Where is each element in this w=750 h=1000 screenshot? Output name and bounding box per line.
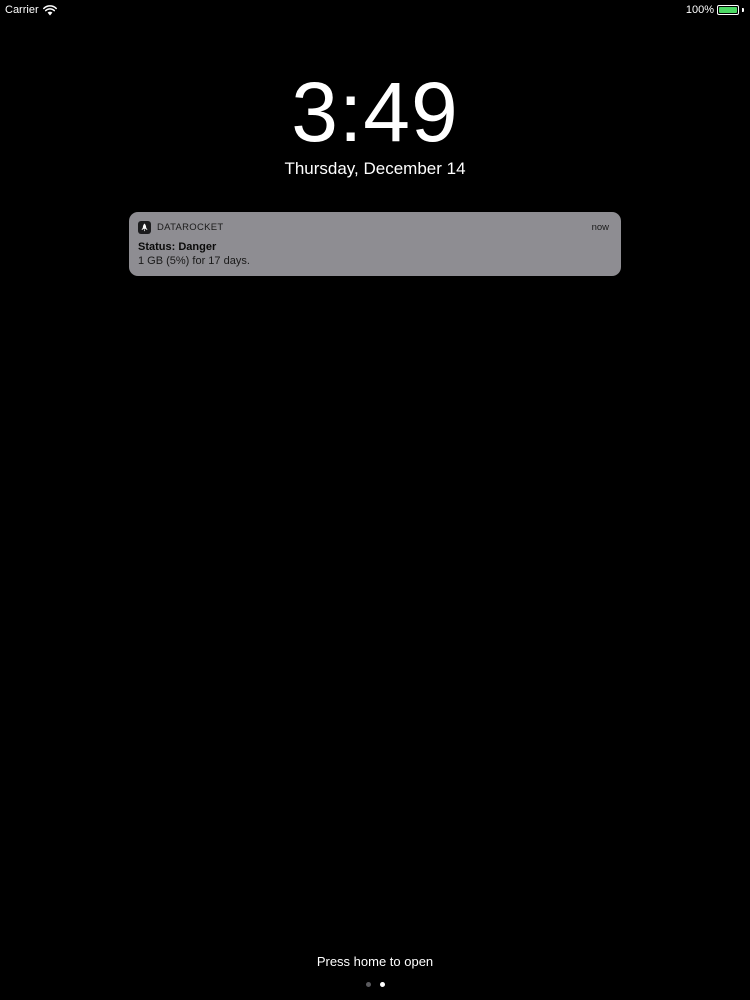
notification-body: 1 GB (5%) for 17 days. [138,255,250,267]
notification-title: Status: Danger [138,241,217,253]
battery-fill [719,7,737,13]
battery-percent: 100% [685,4,714,16]
carrier-label: Carrier [5,4,39,16]
press-home-hint: Press home to open [316,954,434,969]
notification-card[interactable]: DATAROCKET now Status: Danger 1 GB (5%) … [129,212,621,276]
lock-screen: Carrier 100% 3:49 Thursday, December 14 [0,0,750,1000]
notification-time: now [591,221,609,233]
page-dot [379,982,385,987]
lock-clock: 3:49 [291,65,459,159]
page-indicator [0,982,750,987]
notification-header: DATAROCKET now [138,220,609,234]
notification-app-name: DATAROCKET [157,221,224,233]
lock-date: Thursday, December 14 [284,159,466,178]
status-bar: Carrier 100% [0,0,750,20]
carrier-indicator: Carrier [5,3,57,17]
wifi-icon [42,4,57,15]
page-dot [365,982,371,987]
battery-tip [742,8,744,12]
rocket-icon [138,220,151,234]
battery-icon [717,5,739,15]
battery-indicator: 100% [686,3,744,17]
